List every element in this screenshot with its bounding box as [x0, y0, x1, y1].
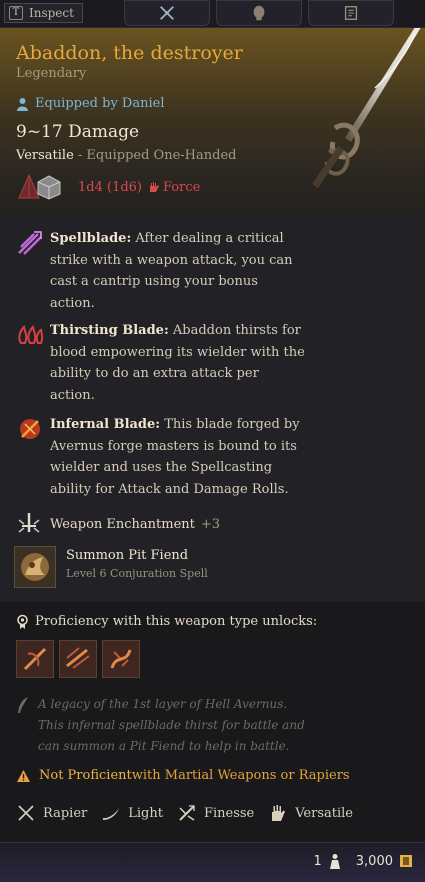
versatile-icon: [272, 805, 286, 821]
enchantment-label: Weapon Enchantment: [50, 516, 195, 532]
passive-name: Thirsting Blade:: [50, 323, 169, 338]
thirsting-blade-icon: [18, 324, 44, 344]
property-label: Light: [128, 805, 163, 821]
property-light[interactable]: Light: [101, 803, 163, 823]
lore-line-2: This infernal spellblade thirst for batt…: [38, 718, 305, 732]
journal-icon: [344, 6, 358, 20]
proficiency-icon: [17, 614, 28, 629]
tab-character[interactable]: [216, 0, 302, 26]
sword-illustration: [312, 28, 421, 188]
weapon-properties: Rapier Light Finesse Versatile: [16, 803, 367, 823]
flourish-skill-icon[interactable]: [102, 640, 140, 678]
pit-fiend-spell-icon: [14, 546, 56, 588]
item-header: Abaddon, the destroyer Legendary Equippe…: [0, 28, 425, 214]
property-label: Finesse: [203, 805, 255, 821]
tab-journal[interactable]: [308, 0, 394, 26]
item-value: 3,000: [355, 853, 393, 869]
enchantment-value: +3: [200, 516, 221, 532]
spell-summon-pit-fiend[interactable]: Summon Pit Fiend Level 6 Conjuration Spe…: [14, 546, 208, 588]
handedness-type: Versatile: [16, 148, 74, 163]
spell-name: Summon Pit Fiend: [66, 548, 189, 563]
light-icon: [103, 808, 120, 820]
passive-thirsting-blade: Thirsting Blade: Abaddon thirsts for blo…: [16, 320, 306, 406]
weapon-enchantment: Weapon Enchantment +3: [16, 512, 220, 536]
inspect-keycap: T: [9, 6, 23, 20]
lore-line-1: A legacy of the 1st layer of Hell Avernu…: [38, 697, 288, 711]
spellblade-icon: [18, 231, 42, 255]
property-finesse[interactable]: Finesse: [177, 803, 254, 823]
passive-infernal-blade: Infernal Blade: This blade forged by Ave…: [16, 414, 306, 500]
d6-dice-icon: [37, 175, 61, 200]
rapier-icon: [18, 805, 34, 821]
property-versatile[interactable]: Versatile: [268, 803, 353, 823]
gold-coin-icon: [400, 855, 412, 867]
warning-rest: with Martial Weapons or Rapiers: [131, 768, 350, 783]
passives-section: Spellblade: After dealing a critical str…: [0, 214, 425, 602]
force-label: Force: [163, 179, 201, 195]
handedness: Versatile - Equipped One-Handed: [16, 148, 236, 163]
inspect-label: Inspect: [29, 6, 74, 20]
force-hand-icon: [150, 182, 160, 192]
footer-bar: 1 3,000: [0, 842, 425, 882]
property-label: Rapier: [43, 805, 88, 821]
property-rapier[interactable]: Rapier: [16, 803, 87, 823]
equipped-by-label: Equipped by Daniel: [35, 96, 165, 111]
item-rarity: Legendary: [16, 66, 87, 81]
passive-name: Infernal Blade:: [50, 417, 161, 432]
enchantment-sword-icon: [18, 513, 40, 533]
infernal-blade-icon: [20, 419, 40, 439]
inspect-button[interactable]: T Inspect: [4, 3, 83, 23]
weight-icon: [329, 854, 340, 869]
damage-range: 9~17 Damage: [16, 122, 140, 142]
spell-level: Level 6 Conjuration Spell: [66, 567, 208, 580]
skill-list: [16, 640, 145, 678]
slash-skill-icon[interactable]: [16, 640, 54, 678]
proficiency-section: Proficiency with this weapon type unlock…: [0, 602, 425, 842]
force-dice: 1d4 (1d6): [78, 179, 143, 195]
not-proficient-label: Not Proficient: [39, 768, 132, 783]
quill-icon: [18, 697, 28, 713]
proficiency-warning: Not Proficient with Martial Weapons or R…: [16, 768, 350, 783]
item-name: Abaddon, the destroyer: [16, 42, 243, 64]
handedness-state: - Equipped One-Handed: [73, 148, 237, 163]
equipped-by: Equipped by Daniel: [16, 96, 165, 111]
character-head-icon: [253, 5, 265, 21]
top-bar: T Inspect: [0, 0, 425, 28]
crossed-axes-icon: [160, 6, 174, 20]
proficiency-title-text: Proficiency with this weapon type unlock…: [35, 614, 318, 629]
warning-icon: [17, 769, 30, 782]
lore-block: A legacy of the 1st layer of Hell Avernu…: [16, 694, 305, 757]
item-weight: 1: [313, 853, 322, 869]
finesse-icon: [179, 805, 195, 821]
passive-name: Spellblade:: [50, 231, 132, 246]
passive-spellblade: Spellblade: After dealing a critical str…: [16, 228, 306, 314]
property-label: Versatile: [295, 805, 353, 821]
proficiency-title: Proficiency with this weapon type unlock…: [16, 614, 317, 629]
force-damage: 1d4 (1d6) Force: [78, 180, 200, 195]
extra-damage-row: 1d4 (1d6) Force: [18, 174, 200, 200]
lore-line-3: can summon a Pit Fiend to help in battle…: [38, 739, 290, 753]
cleave-skill-icon[interactable]: [59, 640, 97, 678]
shield-person-icon: [17, 97, 28, 111]
tab-equipment[interactable]: [124, 0, 210, 26]
footer-stats: 1 3,000: [314, 853, 414, 869]
